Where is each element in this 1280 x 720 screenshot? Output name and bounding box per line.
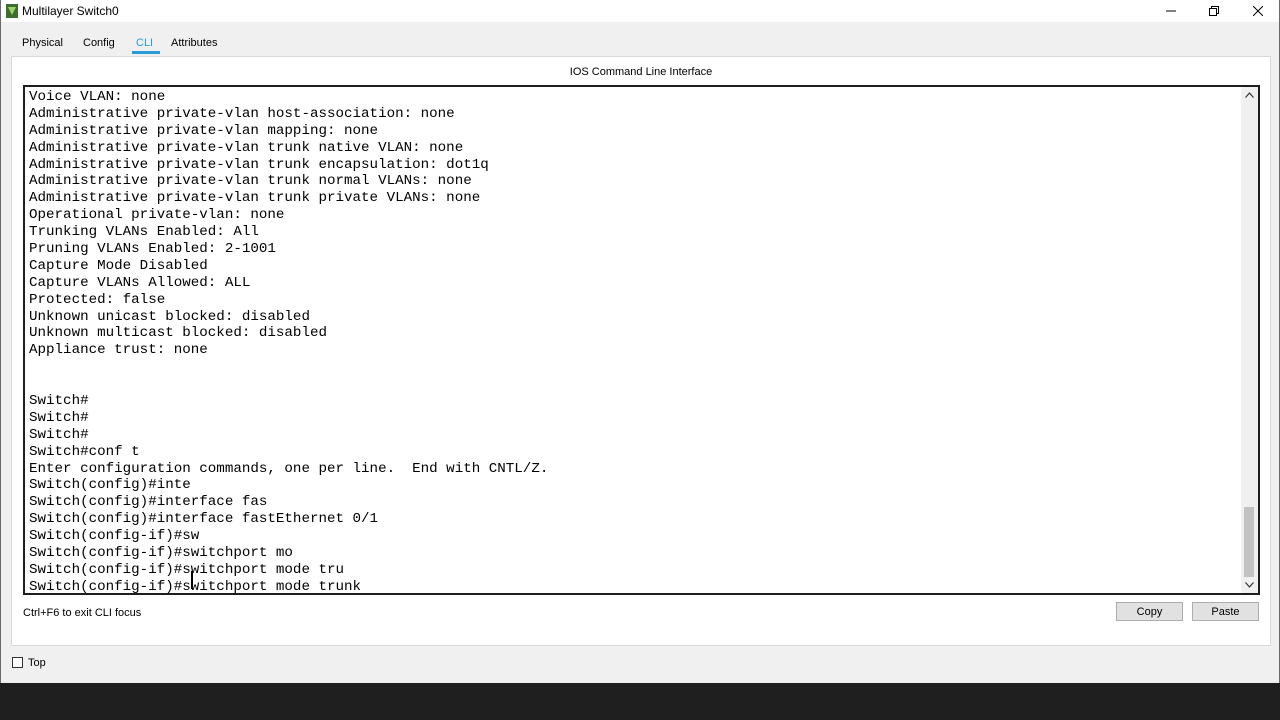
terminal-line: Protected: false	[29, 291, 166, 308]
copy-button[interactable]: Copy	[1116, 602, 1183, 621]
terminal-line: Capture Mode Disabled	[29, 257, 208, 274]
terminal-line: Unknown unicast blocked: disabled	[29, 308, 310, 325]
terminal-line: Switch(config-if)#switchport mode tru	[29, 561, 345, 578]
terminal-line: Pruning VLANs Enabled: 2-1001	[29, 241, 276, 258]
terminal-line: Switch#	[29, 426, 89, 443]
active-tab-indicator	[132, 51, 160, 54]
panel-title: IOS Command Line Interface	[569, 66, 713, 78]
terminal-line: Administrative private-vlan host-associa…	[29, 105, 455, 122]
terminal-line: Switch(config)#interface fas	[29, 494, 268, 511]
terminal-line: Administrative private-vlan mapping: non…	[29, 122, 379, 139]
terminal-line: Operational private-vlan: none	[29, 207, 285, 224]
terminal-line: Appliance trust: none	[29, 342, 208, 359]
restore-button[interactable]	[1192, 0, 1236, 22]
tab-cli[interactable]: CLI	[132, 34, 160, 54]
cli-focus-hint: Ctrl+F6 to exit CLI focus	[23, 607, 142, 619]
cli-terminal[interactable]: Voice VLAN: none Administrative private-v…	[23, 85, 1260, 595]
paste-button[interactable]: Paste	[1192, 602, 1259, 621]
text-cursor	[191, 571, 193, 589]
device-window: Multilayer Switch0 Physical Config CLI A…	[0, 0, 1280, 683]
terminal-line: Trunking VLANs Enabled: All	[29, 224, 259, 241]
terminal-line: Switch(config-if)#switchport mo	[29, 545, 293, 562]
tab-attributes[interactable]: Attributes	[167, 34, 221, 54]
chevron-up-icon	[1245, 92, 1254, 98]
title-bar[interactable]: Multilayer Switch0	[1, 0, 1279, 22]
minimize-icon	[1166, 10, 1176, 12]
scroll-thumb[interactable]	[1244, 507, 1254, 577]
terminal-line: Switch(config)#inte	[29, 477, 191, 494]
terminal-line: Unknown multicast blocked: disabled	[29, 325, 327, 342]
tab-label: Config	[83, 37, 115, 49]
close-icon	[1253, 6, 1263, 16]
tab-label: Attributes	[171, 37, 218, 49]
terminal-line: Switch#	[29, 393, 89, 410]
terminal-line: Administrative private-vlan trunk privat…	[29, 190, 481, 207]
terminal-line: Enter configuration commands, one per li…	[29, 460, 549, 477]
taskbar	[0, 683, 1280, 720]
top-checkbox-label: Top	[28, 657, 46, 669]
chevron-down-icon	[1245, 582, 1254, 588]
terminal-scrollbar[interactable]	[1241, 87, 1258, 593]
minimize-button[interactable]	[1149, 0, 1193, 22]
window-title: Multilayer Switch0	[22, 4, 119, 18]
terminal-line: Voice VLAN: none	[29, 89, 166, 105]
tab-label: CLI	[136, 37, 154, 49]
terminal-line: Administrative private-vlan trunk native…	[29, 139, 464, 156]
terminal-line: Administrative private-vlan trunk encaps…	[29, 156, 489, 173]
terminal-line: Capture VLANs Allowed: ALL	[29, 274, 251, 291]
terminal-line: Switch(config-if)#sw	[29, 528, 200, 545]
cli-panel: IOS Command Line Interface Voice VLAN: n…	[11, 56, 1271, 646]
restore-icon	[1209, 6, 1219, 16]
tab-physical[interactable]: Physical	[18, 34, 67, 54]
terminal-output: Voice VLAN: none Administrative private-v…	[29, 89, 1239, 595]
close-button[interactable]	[1236, 0, 1280, 22]
scroll-up-button[interactable]	[1241, 87, 1258, 103]
terminal-line: Switch(config)#interface fastEthernet 0/…	[29, 511, 379, 528]
terminal-line: Switch#conf t	[29, 443, 140, 460]
tab-label: Physical	[22, 37, 63, 49]
top-checkbox[interactable]	[12, 657, 23, 668]
scroll-down-button[interactable]	[1241, 577, 1258, 593]
terminal-line: Switch#	[29, 409, 89, 426]
packet-tracer-app-icon	[6, 4, 18, 18]
terminal-line: Switch(config-if)#switchport mode trunk	[29, 578, 362, 595]
tab-config[interactable]: Config	[79, 34, 119, 54]
terminal-line: Administrative private-vlan trunk normal…	[29, 173, 472, 190]
